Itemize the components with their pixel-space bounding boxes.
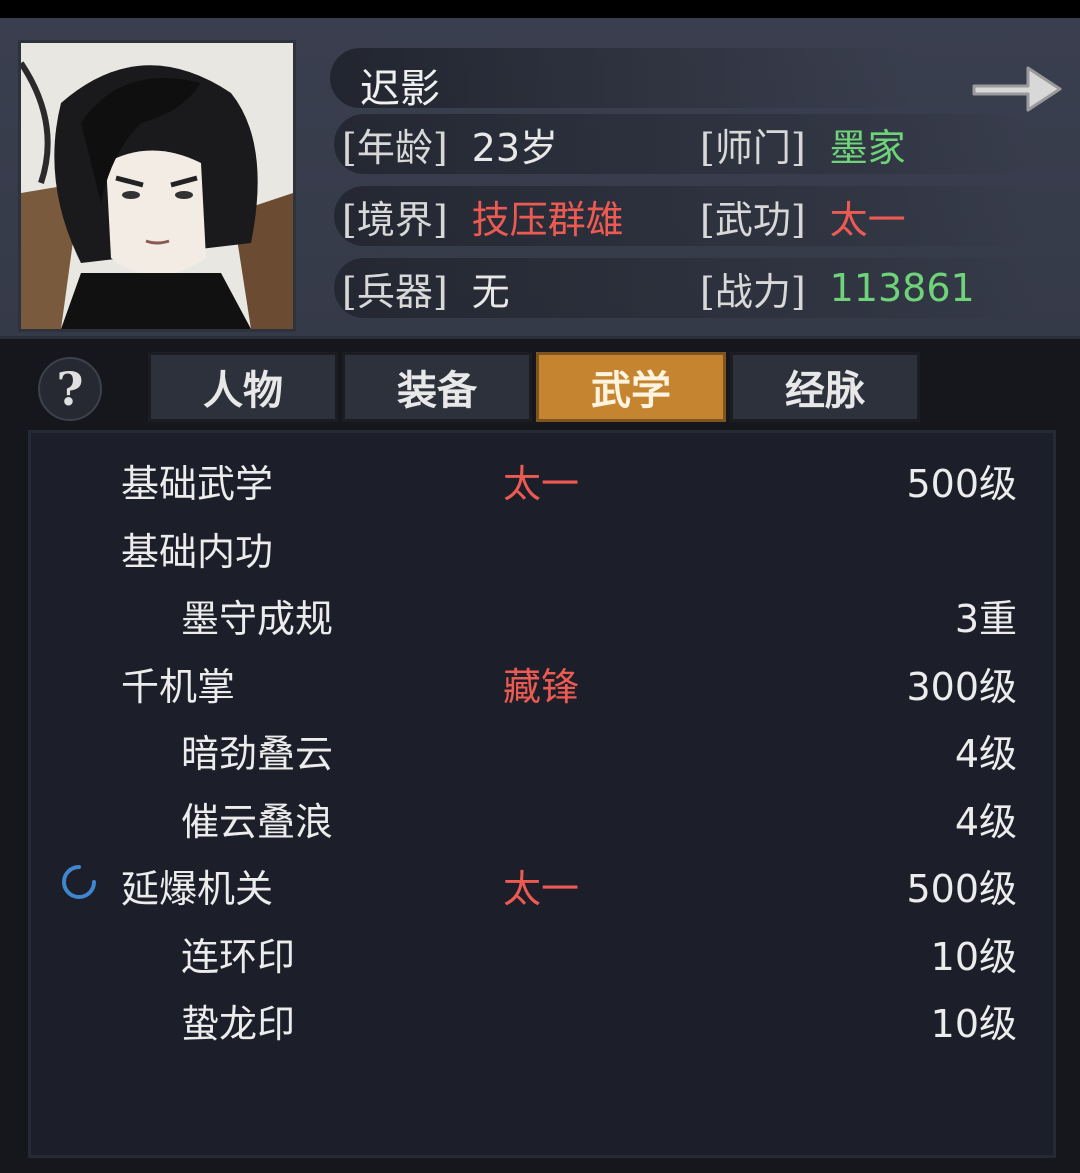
- stat-martial-value: 太一: [829, 197, 906, 242]
- tab-meridians[interactable]: 经脉: [730, 352, 920, 422]
- skill-name: 蛰龙印: [181, 1002, 296, 1046]
- stat-realm-label: [境界]: [342, 197, 448, 242]
- character-name: 迟影: [360, 66, 440, 112]
- stat-realm: [境界] 技压群雄: [342, 188, 624, 244]
- stat-martial-label: [武功]: [700, 197, 806, 242]
- skill-tag: 藏锋: [503, 665, 580, 709]
- stat-sect-value: 墨家: [829, 125, 906, 170]
- skill-level: 4级: [954, 732, 1017, 776]
- skill-row[interactable]: 基础武学 太一 500级: [31, 445, 1059, 506]
- skill-name: 千机掌: [121, 665, 236, 709]
- skill-name: 基础武学: [121, 462, 274, 506]
- skill-level: 300级: [906, 665, 1017, 709]
- stat-sect-label: [师门]: [700, 125, 806, 170]
- stat-age-value: 23岁: [471, 125, 559, 170]
- skill-row[interactable]: 催云叠浪 4级: [31, 783, 1059, 844]
- skill-tag: 太一: [503, 462, 580, 506]
- tab-equipment[interactable]: 装备: [342, 352, 532, 422]
- skills-panel: 基础武学 太一 500级 基础内功 墨守成规 3重 千机掌 藏锋 300级 暗劲…: [28, 430, 1056, 1158]
- skill-row-active[interactable]: 延爆机关 太一 500级: [31, 850, 1059, 911]
- skill-level: 4级: [954, 800, 1017, 844]
- skill-name: 墨守成规: [181, 597, 334, 641]
- stat-weapon-label: [兵器]: [342, 269, 448, 314]
- next-character-button[interactable]: [968, 56, 1066, 122]
- tab-character[interactable]: 人物: [148, 352, 338, 422]
- skill-name: 催云叠浪: [181, 800, 334, 844]
- skill-row[interactable]: 基础内功: [31, 513, 1059, 574]
- tab-martial-arts[interactable]: 武学: [536, 352, 726, 422]
- help-button[interactable]: ?: [38, 357, 102, 421]
- skill-row[interactable]: 蛰龙印 10级: [31, 985, 1059, 1046]
- stat-age-label: [年龄]: [342, 125, 448, 170]
- skill-name: 暗劲叠云: [181, 732, 334, 776]
- skill-name: 基础内功: [121, 530, 274, 574]
- skill-name: 延爆机关: [121, 867, 274, 911]
- stat-age: [年龄] 23岁: [342, 116, 558, 172]
- stat-weapon-value: 无: [471, 269, 510, 314]
- skill-row[interactable]: 墨守成规 3重: [31, 580, 1059, 641]
- portrait-illustration: [21, 43, 293, 329]
- skill-level: 10级: [930, 1002, 1017, 1046]
- stat-martial: [武功] 太一: [700, 188, 906, 244]
- character-portrait: [18, 40, 296, 332]
- skill-level: 500级: [906, 867, 1017, 911]
- skill-row[interactable]: 千机掌 藏锋 300级: [31, 648, 1059, 709]
- stat-power-label: [战力]: [700, 269, 806, 314]
- skill-tag: 太一: [503, 867, 580, 911]
- stat-weapon: [兵器] 无: [342, 260, 510, 316]
- skill-name: 连环印: [181, 935, 296, 979]
- skill-level: 500级: [906, 462, 1017, 506]
- skill-row[interactable]: 暗劲叠云 4级: [31, 715, 1059, 776]
- question-icon: ?: [56, 362, 84, 416]
- stat-power-value: 113861: [829, 266, 975, 310]
- skill-row[interactable]: 连环印 10级: [31, 918, 1059, 979]
- skill-level: 3重: [954, 597, 1017, 641]
- character-header: 迟影 [年龄] 23岁 [师门] 墨家 [境界] 技压群雄 [武功] 太一 [兵…: [0, 18, 1080, 339]
- stat-sect: [师门] 墨家: [700, 116, 906, 172]
- tab-bar: 人物 装备 武学 经脉: [148, 352, 924, 426]
- skill-level: 10级: [930, 935, 1017, 979]
- arrow-right-icon: [972, 66, 1062, 112]
- stat-power: [战力] 113861: [700, 260, 975, 316]
- status-strip: [0, 0, 1080, 18]
- stat-realm-value: 技压群雄: [471, 197, 624, 242]
- loading-spinner-icon: [62, 865, 96, 899]
